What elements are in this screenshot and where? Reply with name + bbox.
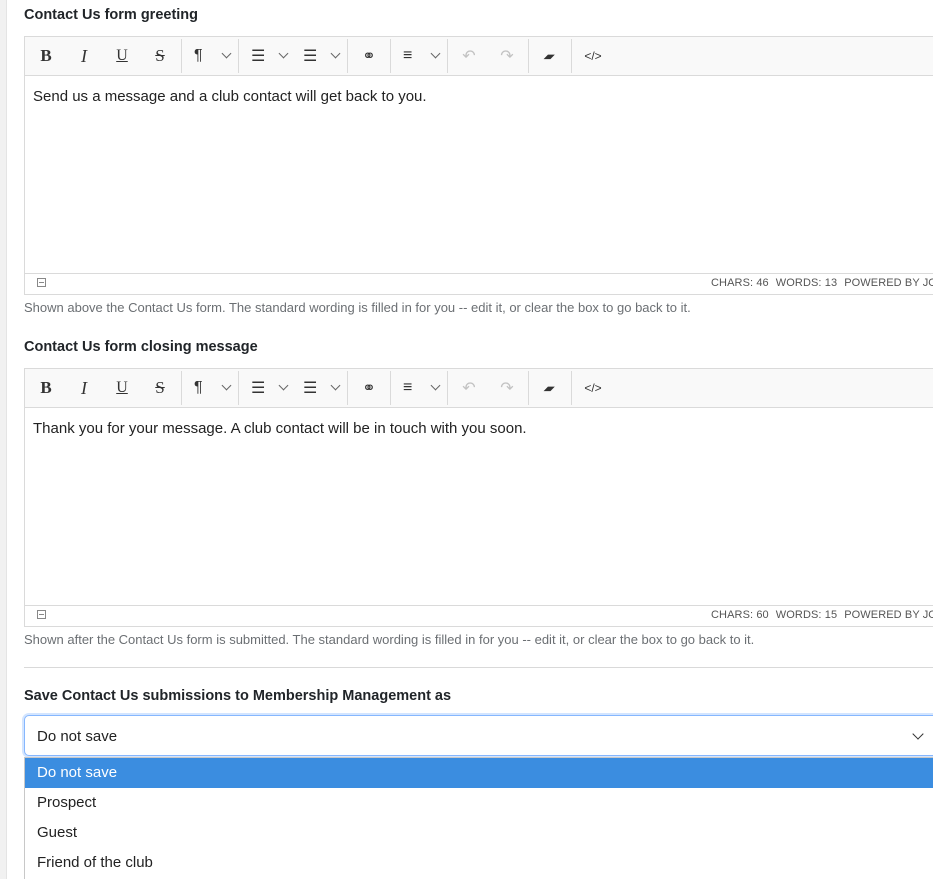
source-icon: </>	[584, 49, 602, 63]
toolbar-separator	[528, 39, 529, 73]
closing-content[interactable]: Thank you for your message. A club conta…	[25, 408, 933, 605]
toolbar-separator	[528, 371, 529, 405]
numbered-list-icon: ☰	[303, 380, 318, 397]
closing-stats: CHARS: 60 WORDS: 15 POWERED BY JODIT	[711, 609, 933, 621]
option-do-not-save[interactable]: Do not save	[25, 758, 933, 788]
paragraph-icon: ¶	[194, 379, 203, 396]
option-prospect[interactable]: Prospect	[25, 788, 933, 818]
resize-handle-icon[interactable]	[37, 278, 46, 287]
align-dropdown[interactable]: ≡	[393, 373, 445, 403]
greeting-editor[interactable]: B I U S ¶ ☰ ☰ ⚭ ≡ ↶ ↷ ▰ </> Send us a me…	[24, 36, 933, 295]
toolbar-separator	[390, 371, 391, 405]
save-as-selected-value: Do not save	[37, 728, 118, 745]
toolbar-separator	[181, 39, 182, 73]
option-friend-of-the-club[interactable]: Friend of the club	[25, 848, 933, 878]
greeting-toolbar: B I U S ¶ ☰ ☰ ⚭ ≡ ↶ ↷ ▰ </>	[25, 37, 933, 76]
chevron-down-icon	[330, 48, 341, 59]
resize-handle-icon[interactable]	[37, 610, 46, 619]
save-as-label: Save Contact Us submissions to Membershi…	[24, 688, 452, 704]
chevron-down-icon	[330, 380, 341, 391]
greeting-help: Shown above the Contact Us form. The sta…	[24, 300, 691, 315]
closing-editor[interactable]: B I U S ¶ ☰ ☰ ⚭ ≡ ↶ ↷ ▰ </> Thank you fo…	[24, 368, 933, 627]
bullet-list-icon: ☰	[251, 380, 266, 397]
align-icon: ≡	[403, 47, 413, 64]
eraser-button[interactable]: ▰	[531, 41, 569, 71]
bold-button[interactable]: B	[27, 373, 65, 403]
save-as-options: Do not save Prospect Guest Friend of the…	[24, 757, 933, 879]
strikethrough-button[interactable]: S	[141, 41, 179, 71]
toolbar-separator	[390, 39, 391, 73]
undo-icon: ↶	[462, 380, 476, 397]
closing-help: Shown after the Contact Us form is submi…	[24, 632, 755, 647]
align-dropdown[interactable]: ≡	[393, 41, 445, 71]
underline-button[interactable]: U	[103, 373, 141, 403]
chevron-down-icon	[221, 48, 232, 59]
redo-icon: ↷	[500, 48, 514, 65]
align-icon: ≡	[403, 379, 413, 396]
toolbar-separator	[447, 39, 448, 73]
link-icon: ⚭	[362, 380, 376, 397]
link-button[interactable]: ⚭	[350, 41, 388, 71]
powered-by-link[interactable]: POWERED BY JODIT	[844, 277, 933, 289]
closing-statusbar: CHARS: 60 WORDS: 15 POWERED BY JODIT	[25, 605, 933, 626]
toolbar-separator	[238, 371, 239, 405]
numbered-list-dropdown[interactable]: ☰	[293, 373, 345, 403]
chevron-down-icon	[221, 380, 232, 391]
bold-button[interactable]: B	[27, 41, 65, 71]
link-button[interactable]: ⚭	[350, 373, 388, 403]
chevron-down-icon	[278, 48, 289, 59]
char-count: CHARS: 60	[711, 609, 769, 621]
toolbar-separator	[347, 371, 348, 405]
greeting-content[interactable]: Send us a message and a club contact wil…	[25, 76, 933, 273]
paragraph-dropdown[interactable]: ¶	[184, 373, 236, 403]
undo-button[interactable]: ↶	[450, 373, 488, 403]
toolbar-separator	[571, 39, 572, 73]
bullet-list-icon: ☰	[251, 48, 266, 65]
redo-button[interactable]: ↷	[488, 41, 526, 71]
eraser-icon: ▰	[542, 381, 558, 395]
char-count: CHARS: 46	[711, 277, 769, 289]
eraser-button[interactable]: ▰	[531, 373, 569, 403]
toolbar-separator	[181, 371, 182, 405]
toolbar-separator	[238, 39, 239, 73]
bullet-list-dropdown[interactable]: ☰	[241, 373, 293, 403]
toolbar-separator	[447, 371, 448, 405]
underline-button[interactable]: U	[103, 41, 141, 71]
toolbar-separator	[347, 39, 348, 73]
eraser-icon: ▰	[542, 49, 558, 63]
source-icon: </>	[584, 381, 602, 395]
redo-button[interactable]: ↷	[488, 373, 526, 403]
italic-button[interactable]: I	[65, 373, 103, 403]
section-divider	[24, 667, 933, 668]
link-icon: ⚭	[362, 48, 376, 65]
redo-icon: ↷	[500, 380, 514, 397]
numbered-list-dropdown[interactable]: ☰	[293, 41, 345, 71]
word-count: WORDS: 15	[775, 609, 838, 621]
italic-button[interactable]: I	[65, 41, 103, 71]
chevron-down-icon	[278, 380, 289, 391]
toolbar-separator	[571, 371, 572, 405]
chevron-down-icon	[912, 728, 924, 740]
save-as-select[interactable]: Do not save	[24, 715, 933, 756]
greeting-stats: CHARS: 46 WORDS: 13 POWERED BY JODIT	[711, 277, 933, 289]
closing-toolbar: B I U S ¶ ☰ ☰ ⚭ ≡ ↶ ↷ ▰ </>	[25, 369, 933, 408]
greeting-statusbar: CHARS: 46 WORDS: 13 POWERED BY JODIT	[25, 273, 933, 294]
paragraph-dropdown[interactable]: ¶	[184, 41, 236, 71]
paragraph-icon: ¶	[194, 47, 203, 64]
closing-label: Contact Us form closing message	[24, 339, 258, 355]
greeting-label: Contact Us form greeting	[24, 7, 199, 23]
undo-icon: ↶	[462, 48, 476, 65]
word-count: WORDS: 13	[775, 277, 838, 289]
chevron-down-icon	[430, 380, 441, 391]
strikethrough-button[interactable]: S	[141, 373, 179, 403]
option-guest[interactable]: Guest	[25, 818, 933, 848]
source-button[interactable]: </>	[574, 41, 612, 71]
bullet-list-dropdown[interactable]: ☰	[241, 41, 293, 71]
chevron-down-icon	[430, 48, 441, 59]
source-button[interactable]: </>	[574, 373, 612, 403]
numbered-list-icon: ☰	[303, 48, 318, 65]
left-border	[0, 0, 7, 879]
undo-button[interactable]: ↶	[450, 41, 488, 71]
powered-by-link[interactable]: POWERED BY JODIT	[844, 609, 933, 621]
